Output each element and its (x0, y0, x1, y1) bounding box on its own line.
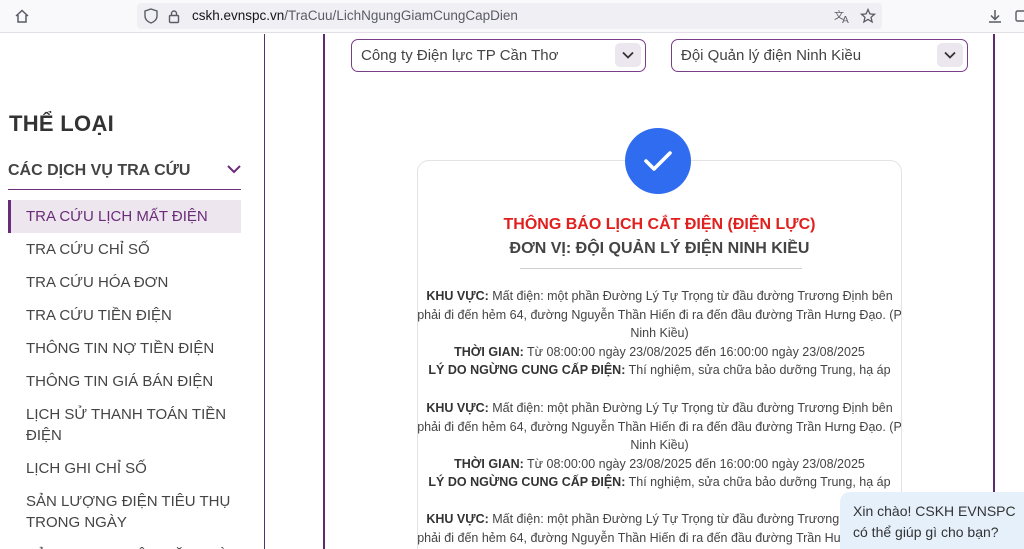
entry-reason: LÝ DO NGỪNG CUNG CẤP ĐIỆN: Thí nghiệm, s… (428, 475, 891, 489)
services-group-header[interactable]: CÁC DỊCH VỤ TRA CỨU (8, 158, 241, 190)
success-check-icon (625, 128, 691, 194)
sidebar-item-invoice[interactable]: TRA CỨU HÓA ĐƠN (8, 266, 241, 299)
company-select-value: Công ty Điện lực TP Cần Thơ (361, 47, 559, 64)
unit-select-value: Đội Quản lý điện Ninh Kiều (681, 47, 862, 64)
unit-select[interactable]: Đội Quản lý điện Ninh Kiều (671, 39, 968, 72)
lock-icon[interactable] (164, 6, 184, 26)
url-text[interactable]: cskh.evnspc.vn/TraCuu/LichNgungGiamCungC… (192, 8, 518, 23)
chat-greeting-bubble[interactable]: Xin chào! CSKH EVNSPC có thể giúp gì cho… (840, 492, 1024, 549)
entry-reason: LÝ DO NGỪNG CUNG CẤP ĐIỆN: Thí nghiệm, s… (428, 363, 891, 377)
bookmark-star-icon[interactable] (858, 6, 878, 26)
sidebar-item-bill-amount[interactable]: TRA CỨU TIỀN ĐIỆN (8, 299, 241, 332)
svg-text:A: A (842, 15, 849, 24)
sidebar-item-payment-history[interactable]: LỊCH SỬ THANH TOÁN TIỀN ĐIỆN (8, 398, 241, 452)
services-list: TRA CỨU LỊCH MẤT ĐIỆN TRA CỨU CHỈ SỐ TRA… (8, 200, 241, 549)
entry-time: THỜI GIAN: Từ 08:00:00 ngày 23/08/2025 đ… (454, 456, 865, 471)
chevron-down-icon[interactable] (937, 43, 963, 67)
outage-entry: KHU VỰC: Mất điện: một phần Đường Lý Tự … (417, 510, 902, 549)
main-content: Công ty Điện lực TP Cần Thơ Đội Quản lý … (266, 34, 1024, 549)
sidebar-item-outage-schedule[interactable]: TRA CỨU LỊCH MẤT ĐIỆN (8, 200, 241, 233)
sidebar-item-solar-output[interactable]: SẢN LƯỢNG ĐIỆN MẶT TRỜI (8, 539, 241, 549)
entry-area: KHU VỰC: Mất điện: một phần Đường Lý Tự … (417, 512, 902, 545)
notice-unit: ĐƠN VỊ: ĐỘI QUẢN LÝ ĐIỆN NINH KIỀU (509, 240, 810, 257)
company-select[interactable]: Công ty Điện lực TP Cần Thơ (351, 39, 646, 72)
category-sidebar: THỂ LOẠI CÁC DỊCH VỤ TRA CỨU TRA CỨU LỊC… (0, 34, 265, 549)
outage-entry: KHU VỰC: Mất điện: một phần Đường Lý Tự … (417, 287, 902, 380)
url-path: /TraCuu/LichNgungGiamCungCapDien (284, 8, 518, 23)
notice-divider (520, 268, 802, 269)
chevron-down-icon[interactable] (615, 43, 641, 67)
content-border-left (323, 34, 325, 549)
sidebar-item-meter-index[interactable]: TRA CỨU CHỈ SỐ (8, 233, 241, 266)
url-domain: cskh.evnspc.vn (192, 8, 285, 23)
home-icon[interactable] (12, 6, 32, 26)
sidebar-title: THỂ LOẠI (9, 111, 115, 136)
chat-line-1: Xin chào! CSKH EVNSPC (853, 503, 1016, 519)
sidebar-item-daily-consumption[interactable]: SẢN LƯỢNG ĐIỆN TIÊU THỤ TRONG NGÀY (8, 485, 241, 539)
entry-area: KHU VỰC: Mất điện: một phần Đường Lý Tự … (417, 289, 902, 340)
sidebar-item-debt-info[interactable]: THÔNG TIN NỢ TIỀN ĐIỆN (8, 332, 241, 365)
translate-icon[interactable]: 文A (833, 6, 853, 26)
services-group-label: CÁC DỊCH VỤ TRA CỨU (8, 162, 191, 179)
extensions-icon[interactable] (1010, 6, 1024, 26)
sidebar-item-price-info[interactable]: THÔNG TIN GIÁ BÁN ĐIỆN (8, 365, 241, 398)
shield-icon[interactable] (141, 6, 161, 26)
browser-toolbar: cskh.evnspc.vn/TraCuu/LichNgungGiamCungC… (0, 0, 1024, 33)
content-border-right (993, 34, 995, 549)
download-icon[interactable] (985, 6, 1005, 26)
notice-title: THÔNG BÁO LỊCH CẮT ĐIỆN (ĐIỆN LỰC) (503, 216, 816, 233)
sidebar-item-reading-schedule[interactable]: LỊCH GHI CHỈ SỐ (8, 452, 241, 485)
entry-area: KHU VỰC: Mất điện: một phần Đường Lý Tự … (417, 401, 902, 452)
chat-line-2: có thể giúp gì cho bạn? (853, 524, 999, 540)
outage-entry: KHU VỰC: Mất điện: một phần Đường Lý Tự … (417, 399, 902, 492)
chevron-down-icon (227, 165, 241, 174)
entry-time: THỜI GIAN: Từ 08:00:00 ngày 23/08/2025 đ… (454, 344, 865, 359)
